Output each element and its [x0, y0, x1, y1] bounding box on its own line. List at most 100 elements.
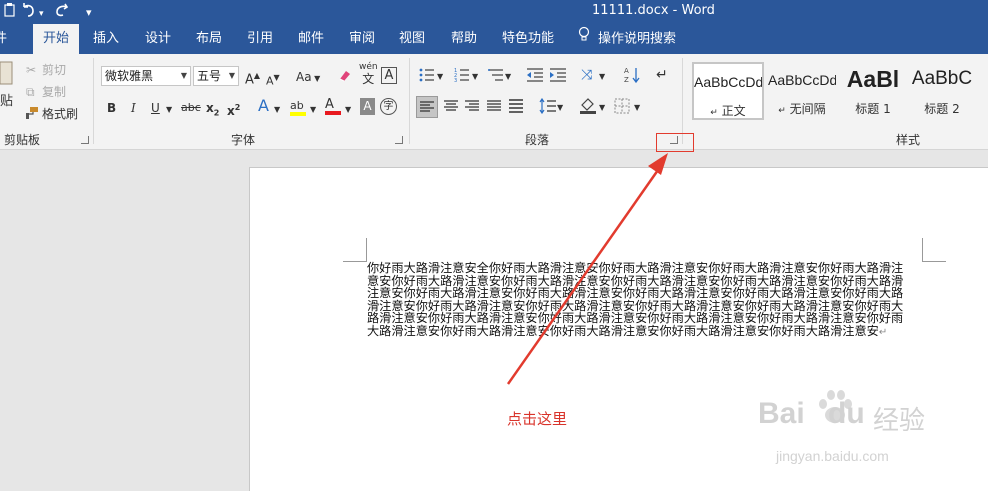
tab-special-features[interactable]: 特色功能	[502, 24, 554, 54]
sort-icon[interactable]: AZ	[624, 66, 640, 88]
tab-help[interactable]: 帮助	[451, 24, 477, 54]
font-color-dropdown-icon[interactable]: ▼	[345, 102, 351, 118]
font-name-dropdown[interactable]: 微软雅黑 ▼	[101, 66, 191, 86]
group-divider	[682, 58, 683, 144]
justify-icon[interactable]	[486, 99, 502, 117]
paragraph-mark-icon: ↵	[778, 106, 786, 116]
paragraph-mark: ↵	[878, 326, 888, 338]
style-heading-2[interactable]: AaBbC 标题 2	[910, 62, 974, 120]
phonetic-guide-button[interactable]: wén 文	[359, 62, 378, 87]
redo-icon[interactable]	[54, 2, 70, 22]
clear-formatting-icon[interactable]	[337, 68, 353, 88]
align-left-button[interactable]	[416, 96, 438, 118]
title-bar: ▾ ▾ 11111.docx - Word	[0, 0, 988, 24]
bullets-icon[interactable]	[419, 68, 435, 86]
multilevel-list-dropdown-icon[interactable]: ▼	[505, 69, 511, 85]
watermark-cn-text: 经验	[873, 406, 926, 436]
clipboard-group-label: 剪贴板	[4, 133, 41, 147]
underline-button[interactable]: U	[151, 100, 160, 116]
strikethrough-button[interactable]: abc	[181, 100, 201, 116]
superscript-glyph: x	[227, 104, 235, 118]
tab-references[interactable]: 引用	[247, 24, 273, 54]
paste-icon[interactable]	[0, 58, 14, 92]
style-heading-1[interactable]: AaBl 标题 1	[840, 62, 906, 120]
tab-mailings[interactable]: 邮件	[298, 24, 324, 54]
superscript-button[interactable]: x2	[227, 100, 240, 119]
watermark-logo-text-2: du	[828, 397, 865, 430]
borders-dropdown-icon[interactable]: ▼	[634, 100, 640, 116]
paste-button[interactable]: 贴	[0, 94, 13, 110]
tab-insert[interactable]: 插入	[93, 24, 119, 54]
decrease-indent-icon[interactable]	[526, 68, 544, 86]
font-size-value: 五号	[197, 69, 222, 83]
font-group-label: 字体	[231, 133, 256, 147]
character-shading-button[interactable]: A	[360, 98, 375, 115]
subscript-button[interactable]: x2	[206, 100, 219, 121]
undo-icon[interactable]	[20, 2, 36, 22]
numbering-dropdown-icon[interactable]: ▼	[472, 69, 478, 85]
line-spacing-icon[interactable]	[539, 97, 557, 118]
style-name: ↵ 正文	[694, 102, 762, 119]
tab-home[interactable]: 开始	[33, 24, 80, 54]
text-effects-dropdown-icon[interactable]: ▼	[274, 102, 280, 118]
increase-indent-icon[interactable]	[549, 68, 567, 86]
cut-button[interactable]: 剪切	[42, 62, 66, 78]
highlight-dropdown-icon[interactable]: ▼	[310, 102, 316, 118]
subscript-glyph: x	[206, 101, 214, 115]
app-name: Word	[681, 3, 715, 18]
document-text: 你好雨大路滑注意安全你好雨大路滑注意安你好雨大路滑注意安你好雨大路滑注意安你好雨…	[367, 261, 904, 338]
change-case-button[interactable]: Aa ▼	[296, 69, 320, 87]
character-border-button[interactable]: A	[381, 67, 397, 84]
distributed-icon[interactable]	[508, 98, 524, 118]
shrink-font-button[interactable]: A▼	[266, 70, 280, 90]
line-spacing-dropdown-icon[interactable]: ▼	[557, 100, 563, 116]
customize-quick-access-icon[interactable]: ▾	[86, 4, 92, 22]
italic-button[interactable]: I	[131, 100, 136, 116]
document-body[interactable]: 你好雨大路滑注意安全你好雨大路滑注意安你好雨大路滑注意安你好雨大路滑注意安你好雨…	[367, 262, 914, 340]
borders-icon[interactable]	[614, 98, 630, 118]
tab-file[interactable]: 件	[0, 24, 7, 54]
clipboard-dialog-launcher[interactable]	[81, 136, 89, 144]
multilevel-list-icon[interactable]	[488, 68, 504, 86]
tab-layout[interactable]: 布局	[196, 24, 222, 54]
annotation-text: 点击这里	[507, 410, 568, 428]
enclose-characters-button[interactable]: 字	[380, 98, 397, 115]
font-name-value: 微软雅黑	[105, 69, 154, 83]
align-right-icon[interactable]	[464, 99, 480, 117]
tab-view[interactable]: 视图	[399, 24, 425, 54]
tell-me-search[interactable]: 操作说明搜索	[578, 24, 676, 54]
bold-button[interactable]: B	[107, 100, 116, 116]
numbering-icon[interactable]: 123	[454, 68, 470, 86]
chinese-layout-dropdown-icon[interactable]: ▼	[599, 69, 605, 85]
bullets-dropdown-icon[interactable]: ▼	[437, 69, 443, 85]
shading-icon[interactable]	[579, 96, 597, 118]
style-no-spacing[interactable]: AaBbCcDd ↵ 无间隔	[768, 62, 836, 120]
shading-dropdown-icon[interactable]: ▼	[599, 100, 605, 116]
align-center-icon[interactable]	[443, 99, 459, 117]
copy-icon[interactable]: ⧉	[26, 84, 35, 100]
show-marks-icon[interactable]: ↵	[656, 67, 668, 83]
style-sample: AaBbCcDd	[694, 74, 762, 90]
underline-dropdown-icon[interactable]: ▼	[166, 102, 172, 118]
format-painter-button[interactable]: 格式刷	[42, 106, 78, 122]
tab-design[interactable]: 设计	[145, 24, 171, 54]
phonetic-guide-pinyin: wén	[359, 62, 378, 72]
format-painter-icon[interactable]	[25, 106, 39, 124]
grow-font-button[interactable]: A▲	[245, 68, 260, 88]
chinese-layout-icon[interactable]: ⤨	[581, 67, 592, 83]
ribbon-tab-bar: 件 开始 插入 设计 布局 引用 邮件 审阅 视图 帮助 特色功能 操作说明搜索	[0, 24, 988, 54]
font-color-button[interactable]: A	[325, 97, 341, 115]
tab-review[interactable]: 审阅	[349, 24, 375, 54]
group-divider	[409, 58, 410, 144]
text-effects-button[interactable]: A	[258, 98, 269, 114]
font-dialog-launcher[interactable]	[395, 136, 403, 144]
svg-text:Z: Z	[624, 76, 629, 84]
font-size-dropdown[interactable]: 五号 ▼	[193, 66, 239, 86]
highlight-button[interactable]: ab	[290, 98, 306, 116]
undo-dropdown-icon[interactable]: ▾	[39, 5, 44, 23]
align-left-icon	[420, 101, 434, 112]
copy-button[interactable]: 复制	[42, 84, 66, 100]
style-normal[interactable]: AaBbCcDd ↵ 正文	[692, 62, 764, 120]
cut-icon[interactable]: ✂	[26, 62, 36, 78]
watermark-logo-text: Bai	[758, 397, 805, 430]
